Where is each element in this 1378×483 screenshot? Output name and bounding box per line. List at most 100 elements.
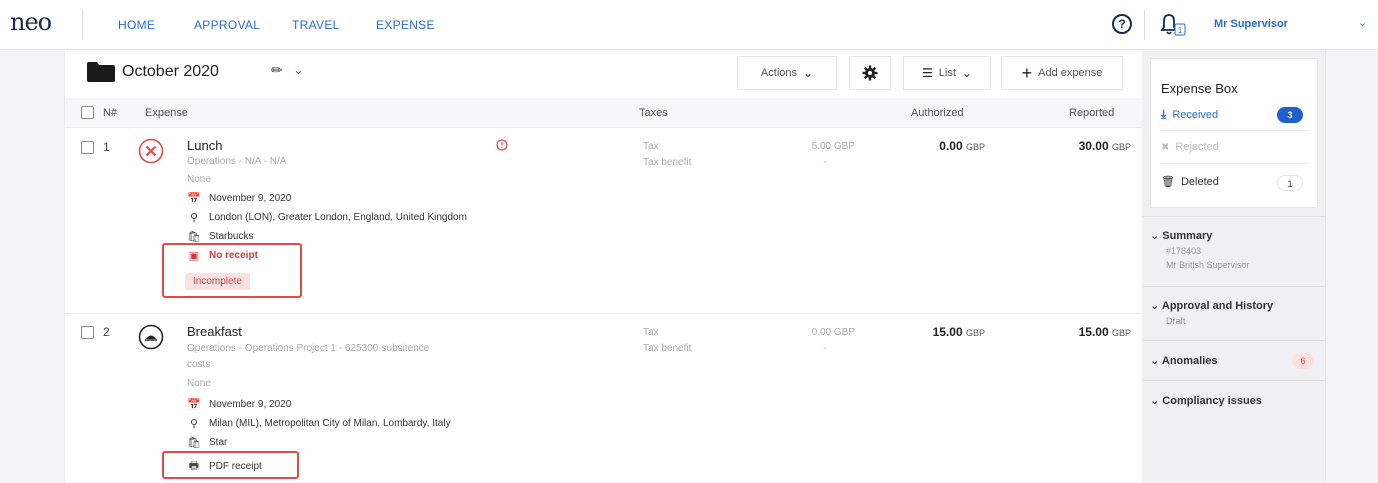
user-menu-name[interactable]: Mr Supervisor — [1214, 18, 1288, 30]
actions-dropdown-button[interactable]: Actions ⌄ — [737, 56, 837, 90]
divider — [1161, 130, 1309, 131]
expense-box-title: Expense Box — [1161, 81, 1238, 96]
column-header-taxes: Taxes — [639, 107, 668, 119]
chevron-down-icon: ⌄ — [961, 66, 972, 80]
reported-amount: 30.00 GBP — [1031, 139, 1131, 153]
expense-note: None — [187, 174, 211, 185]
folder-icon — [87, 62, 115, 82]
deleted-filter[interactable]: 🗑 Deleted — [1161, 175, 1219, 189]
select-all-checkbox[interactable] — [81, 106, 94, 119]
rejected-label: Rejected — [1175, 141, 1219, 153]
summary-name: Mr British Supervisor — [1166, 260, 1250, 270]
calendar-icon: 📅 — [187, 193, 201, 205]
warning-icon[interactable] — [496, 139, 508, 151]
row-checkbox[interactable] — [81, 141, 94, 154]
received-count-badge: 3 — [1277, 107, 1303, 123]
expense-box-card: Expense Box ⤓ Received 3 ✖ Rejected 🗑 De… — [1150, 58, 1318, 208]
expense-location: London (LON), Greater London, England, U… — [209, 212, 467, 223]
shopping-bag-icon: 🛍 — [187, 437, 201, 449]
currency-label: GBP — [1111, 142, 1131, 152]
approval-label: Approval and History — [1161, 300, 1274, 312]
compliancy-issues-section[interactable]: ⌄ Compliancy issues — [1142, 380, 1326, 420]
expense-title[interactable]: Lunch — [187, 138, 222, 153]
nav-expense-link[interactable]: EXPENSE — [376, 18, 435, 32]
edit-pencil-icon[interactable]: ✏ — [271, 62, 283, 79]
expense-note: None — [187, 378, 211, 389]
summary-section[interactable]: ⌄ Summary #178403 Mr British Supervisor — [1142, 216, 1326, 286]
expense-location-line: ⚲ London (LON), Greater London, England,… — [187, 211, 467, 224]
expense-merchant: Starbucks — [209, 231, 254, 242]
map-pin-icon: ⚲ — [189, 212, 199, 224]
authorized-amount: 0.00 GBP — [885, 139, 985, 153]
currency-label: GBP — [965, 142, 985, 152]
table-row[interactable]: 1 Lunch Operations - N/A - N/A None 📅 No… — [65, 128, 1143, 314]
compliancy-issues-title: ⌄ Compliancy issues — [1150, 395, 1262, 407]
expense-merchant: Star — [209, 437, 228, 448]
anomalies-title: ⌄ Anomalies — [1150, 355, 1218, 367]
expense-merchant-line: 🛍 Starbucks — [187, 230, 253, 243]
anomalies-label: Anomalies — [1161, 355, 1218, 367]
download-icon: ⤓ — [1161, 107, 1167, 121]
anomalies-count-badge: 6 — [1292, 353, 1314, 369]
list-icon: ☰ — [922, 66, 933, 80]
expense-date-line: 📅 November 9, 2020 — [187, 192, 291, 205]
top-navigation-bar: neo HOME APPROVAL TRAVEL EXPENSE ? 1 Mr … — [0, 0, 1378, 50]
approval-status: Draft — [1166, 316, 1186, 326]
authorized-amount: 15.00 GBP — [885, 325, 985, 339]
reported-value: 15.00 — [1078, 325, 1109, 339]
tax-values: 0.00 GBP - — [775, 325, 855, 357]
report-title: October 2020 — [122, 63, 219, 80]
rejected-filter[interactable]: ✖ Rejected — [1161, 141, 1219, 153]
table-row[interactable]: 2 Breakfast Operations - Operations Proj… — [65, 314, 1143, 483]
divider — [1161, 163, 1309, 164]
tax-label: Tax — [643, 141, 659, 152]
trash-icon: 🗑 — [1161, 176, 1175, 188]
column-header-reported[interactable]: Reported — [1069, 107, 1114, 119]
received-filter[interactable]: ⤓ Received — [1161, 107, 1218, 122]
column-header-expense[interactable]: Expense — [145, 107, 188, 119]
reported-value: 30.00 — [1078, 139, 1109, 153]
tax-benefit-value: - — [823, 343, 827, 354]
notification-bell-icon[interactable]: 1 — [1158, 12, 1188, 38]
column-header-authorized[interactable]: Authorized — [911, 107, 964, 119]
nav-divider-right — [1144, 10, 1145, 40]
nav-home-link[interactable]: HOME — [118, 18, 155, 32]
report-sidebar: Expense Box ⤓ Received 3 ✖ Rejected 🗑 De… — [1142, 50, 1326, 483]
chevron-down-icon[interactable]: ⌄ — [1358, 16, 1367, 29]
expense-date: November 9, 2020 — [209, 193, 292, 204]
reported-amount: 15.00 GBP — [1031, 325, 1131, 339]
shopping-bag-icon: 🛍 — [187, 231, 201, 243]
expense-category: Operations - Operations Project 1 - 6253… — [187, 343, 430, 354]
map-pin-icon: ⚲ — [189, 418, 199, 430]
row-number: 1 — [103, 140, 110, 154]
calendar-icon: 📅 — [187, 399, 201, 411]
chevron-down-icon: ⌄ — [803, 66, 814, 80]
report-menu-chevron-icon[interactable]: ⌄ — [293, 62, 304, 78]
expense-location: Milan (MIL), Metropolitan City of Milan,… — [209, 418, 451, 429]
expense-category-continued: costs — [187, 359, 211, 370]
summary-label: Summary — [1162, 230, 1213, 242]
list-label: List — [938, 67, 956, 79]
thumbs-down-icon: ✖ — [1161, 141, 1170, 153]
list-view-dropdown-button[interactable]: ☰ List ⌄ — [903, 56, 991, 90]
tax-label: Tax — [643, 327, 659, 338]
authorized-value: 0.00 — [939, 139, 963, 153]
tax-value: 0.00 GBP — [811, 327, 855, 338]
nav-approval-link[interactable]: APPROVAL — [194, 18, 260, 32]
add-expense-label: Add expense — [1038, 67, 1103, 79]
plus-icon: + — [1021, 63, 1033, 83]
tax-labels: Tax Tax benefit — [643, 325, 691, 357]
nav-travel-link[interactable]: TRAVEL — [292, 18, 340, 32]
deleted-label: Deleted — [1180, 175, 1219, 188]
meal-category-icon — [138, 324, 164, 350]
help-icon[interactable]: ? — [1112, 14, 1132, 34]
approval-history-section[interactable]: ⌄ Approval and History Draft — [1142, 286, 1326, 340]
settings-button[interactable] — [849, 56, 891, 90]
anomalies-section[interactable]: ⌄ Anomalies 6 — [1142, 340, 1326, 380]
tax-value: 5.00 GBP — [811, 141, 855, 152]
neo-logo[interactable]: neo — [10, 8, 52, 36]
row-checkbox[interactable] — [81, 326, 94, 339]
expense-title[interactable]: Breakfast — [187, 324, 242, 339]
add-expense-button[interactable]: + Add expense — [1001, 56, 1123, 90]
tax-benefit-value: - — [823, 157, 827, 168]
